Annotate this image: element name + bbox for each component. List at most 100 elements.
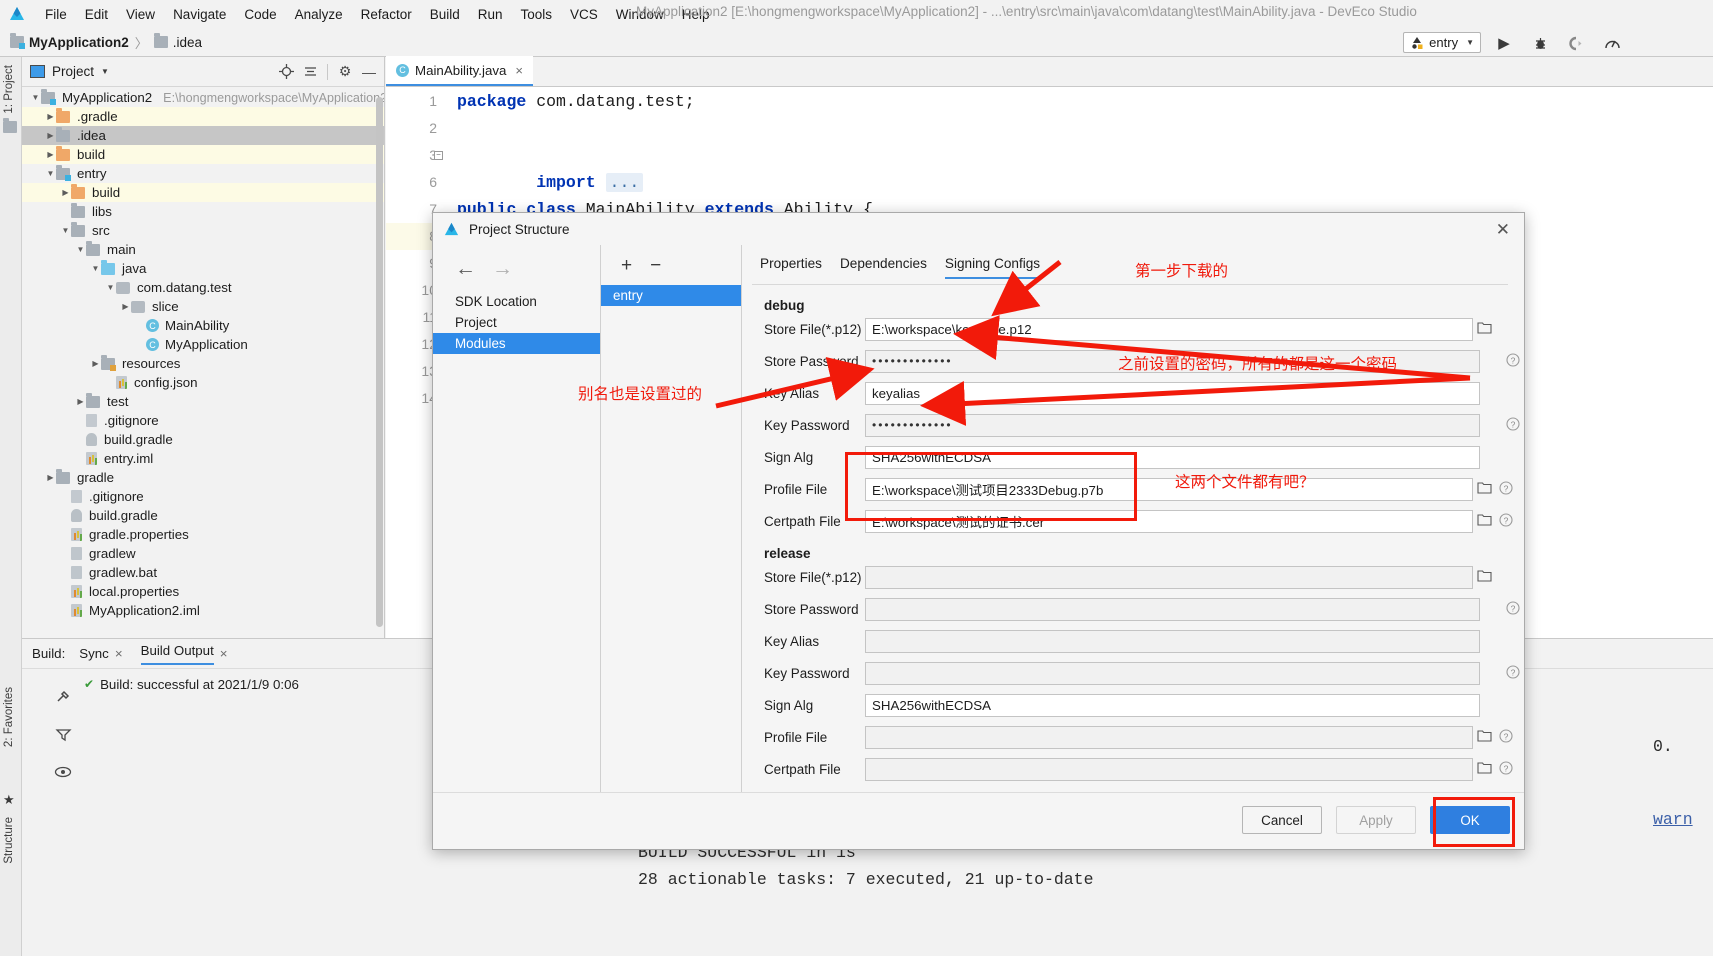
module-item-entry[interactable]: entry xyxy=(601,285,741,306)
project-tree-scrollbar[interactable] xyxy=(376,97,383,627)
input-debug-key-password[interactable]: ••••••••••••• xyxy=(865,413,1480,437)
tool-window-structure[interactable]: Structure xyxy=(3,817,15,864)
tree-row-slice[interactable]: ▶ slice xyxy=(22,297,384,316)
run-button[interactable]: ▶ xyxy=(1494,33,1514,53)
browse-folder-icon[interactable] xyxy=(1473,569,1495,585)
tree-expand-toggle[interactable]: ▶ xyxy=(75,397,86,406)
input-release-key-alias[interactable] xyxy=(865,629,1480,653)
tree-expand-toggle[interactable]: ▶ xyxy=(60,188,71,197)
settings-gear-icon[interactable]: ⚙ xyxy=(334,61,356,83)
menu-refactor[interactable]: Refactor xyxy=(352,4,421,25)
arrow-left-icon[interactable]: ← xyxy=(455,257,476,281)
tree-row-com-datang-test[interactable]: ▼ com.datang.test xyxy=(22,278,384,297)
hammer-icon[interactable] xyxy=(46,677,80,715)
help-icon[interactable]: ? xyxy=(1495,512,1517,530)
tree-expand-toggle[interactable]: ▶ xyxy=(60,207,71,216)
tree-row-mainability[interactable]: ▶CMainAbility xyxy=(22,316,384,335)
menu-analyze[interactable]: Analyze xyxy=(286,4,352,25)
menu-run[interactable]: Run xyxy=(469,4,512,25)
apply-button[interactable]: Apply xyxy=(1336,806,1416,834)
build-tab-sync[interactable]: Sync xyxy=(79,646,109,661)
menu-tools[interactable]: Tools xyxy=(512,4,562,25)
tree-row-config-json[interactable]: ▶ config.json xyxy=(22,373,384,392)
menu-file[interactable]: File xyxy=(36,4,76,25)
debug-button[interactable] xyxy=(1530,33,1550,53)
tree-expand-toggle[interactable]: ▶ xyxy=(45,150,56,159)
eye-icon[interactable] xyxy=(46,753,80,791)
tree-expand-toggle[interactable]: ▶ xyxy=(60,530,71,539)
tree-expand-toggle[interactable]: ▶ xyxy=(60,549,71,558)
tree-row-resources[interactable]: ▶ resources xyxy=(22,354,384,373)
tree-row-entry-iml[interactable]: ▶ entry.iml xyxy=(22,449,384,468)
tree-row--gitignore[interactable]: ▶ .gitignore xyxy=(22,411,384,430)
nav-item-modules[interactable]: Modules xyxy=(433,333,600,354)
help-icon[interactable]: ? xyxy=(1502,600,1524,618)
tree-row-test[interactable]: ▶ test xyxy=(22,392,384,411)
input-debug-key-alias[interactable]: keyalias xyxy=(865,381,1480,405)
input-release-certpath-file[interactable] xyxy=(865,757,1473,781)
breadcrumb-item-idea[interactable]: .idea xyxy=(153,33,202,50)
browse-folder-icon[interactable] xyxy=(1473,513,1495,529)
tool-window-favorites[interactable]: 2: Favorites xyxy=(3,687,15,747)
tree-row-entry[interactable]: ▼ entry xyxy=(22,164,384,183)
input-release-sign-alg[interactable]: SHA256withECDSA xyxy=(865,693,1480,717)
input-debug-store-file-p12[interactable]: E:\workspace\keystore.p12 xyxy=(865,317,1473,341)
tree-row-myapplication2[interactable]: ▼ MyApplication2 E:\hongmengworkspace\MyAp… xyxy=(22,88,384,107)
filter-icon[interactable] xyxy=(46,715,80,753)
remove-module-button[interactable]: − xyxy=(650,255,661,277)
tree-row-java[interactable]: ▼ java xyxy=(22,259,384,278)
tree-row-build-gradle[interactable]: ▶ build.gradle xyxy=(22,506,384,525)
close-icon[interactable]: × xyxy=(115,646,123,661)
run-configuration-selector[interactable]: entry ▼ xyxy=(1403,32,1481,53)
tree-row--gradle[interactable]: ▶ .gradle xyxy=(22,107,384,126)
tree-expand-toggle[interactable]: ▶ xyxy=(75,454,86,463)
tree-expand-toggle[interactable]: ▼ xyxy=(90,264,101,273)
tree-expand-toggle[interactable]: ▶ xyxy=(60,492,71,501)
tree-expand-toggle[interactable]: ▶ xyxy=(60,511,71,520)
browse-folder-icon[interactable] xyxy=(1473,481,1495,497)
tab-dependencies[interactable]: Dependencies xyxy=(840,256,927,279)
browse-folder-icon[interactable] xyxy=(1473,729,1495,745)
tree-expand-toggle[interactable]: ▼ xyxy=(45,169,56,178)
tree-row-gradle-properties[interactable]: ▶ gradle.properties xyxy=(22,525,384,544)
input-release-profile-file[interactable] xyxy=(865,725,1473,749)
help-icon[interactable]: ? xyxy=(1495,480,1517,498)
tree-row-local-properties[interactable]: ▶ local.properties xyxy=(22,582,384,601)
build-tab-build-output[interactable]: Build Output xyxy=(140,643,214,665)
folded-imports[interactable]: ... xyxy=(605,173,644,192)
tree-expand-toggle[interactable]: ▶ xyxy=(135,321,146,330)
profiler-button[interactable] xyxy=(1602,33,1622,53)
tree-row--gitignore[interactable]: ▶ .gitignore xyxy=(22,487,384,506)
close-icon[interactable]: ✕ xyxy=(1492,221,1514,238)
menu-view[interactable]: View xyxy=(117,4,164,25)
menu-vcs[interactable]: VCS xyxy=(561,4,607,25)
nav-item-sdk-location[interactable]: SDK Location xyxy=(433,291,600,312)
tree-expand-toggle[interactable]: ▶ xyxy=(60,587,71,596)
tree-expand-toggle[interactable]: ▼ xyxy=(30,93,41,102)
tree-row-myapplication2-iml[interactable]: ▶ MyApplication2.iml xyxy=(22,601,384,620)
cancel-button[interactable]: Cancel xyxy=(1242,806,1322,834)
tree-row-gradlew[interactable]: ▶ gradlew xyxy=(22,544,384,563)
breadcrumb-item-project[interactable]: MyApplication2 xyxy=(10,33,129,50)
collapse-all-icon[interactable] xyxy=(299,61,321,83)
tree-row-build[interactable]: ▶ build xyxy=(22,183,384,202)
tree-row-gradlew-bat[interactable]: ▶ gradlew.bat xyxy=(22,563,384,582)
tree-expand-toggle[interactable]: ▼ xyxy=(60,226,71,235)
editor-tab-mainability[interactable]: C MainAbility.java × xyxy=(386,56,533,86)
tool-window-project[interactable]: 1: Project xyxy=(3,65,15,114)
tree-row-myapplication[interactable]: ▶CMyApplication xyxy=(22,335,384,354)
tree-row-build[interactable]: ▶ build xyxy=(22,145,384,164)
tab-signing-configs[interactable]: Signing Configs xyxy=(944,256,1041,279)
close-icon[interactable]: × xyxy=(220,646,228,661)
hide-icon[interactable]: — xyxy=(358,61,380,83)
fold-icon[interactable]: − xyxy=(434,151,443,160)
tree-expand-toggle[interactable]: ▶ xyxy=(105,378,116,387)
tree-expand-toggle[interactable]: ▼ xyxy=(105,283,116,292)
tree-expand-toggle[interactable]: ▶ xyxy=(45,112,56,121)
help-icon[interactable]: ? xyxy=(1502,352,1524,370)
tree-expand-toggle[interactable]: ▶ xyxy=(45,473,56,482)
run-coverage-button[interactable] xyxy=(1566,33,1586,53)
tree-expand-toggle[interactable]: ▶ xyxy=(90,359,101,368)
chevron-down-icon[interactable]: ▼ xyxy=(101,67,109,76)
help-icon[interactable]: ? xyxy=(1502,664,1524,682)
